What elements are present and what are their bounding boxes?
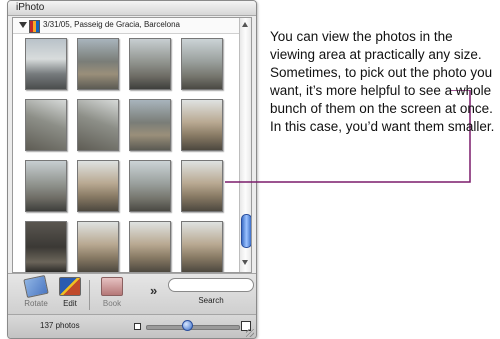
edit-label: Edit [63,299,77,308]
disclosure-triangle-icon[interactable] [19,22,27,28]
toolbar-divider [89,280,90,310]
small-thumbnail-icon [134,323,141,330]
photo-thumbnail[interactable] [77,38,119,90]
book-label: Book [102,299,122,308]
search-input[interactable] [168,278,254,292]
title-bar[interactable]: iPhoto [8,1,256,16]
photo-thumbnail[interactable] [77,99,119,151]
photo-thumbnail[interactable] [129,99,171,151]
rotate-icon [23,274,49,299]
photo-thumbnail[interactable] [129,38,171,90]
edit-icon [59,277,81,296]
film-roll-icon [29,20,40,33]
window-title: iPhoto [16,2,45,13]
bottom-toolbar: Rotate Edit Book » Search [8,273,256,314]
edit-button[interactable]: Edit [50,277,90,313]
film-roll-label: 3/31/05, Passeig de Gracia, Barcelona [43,20,180,29]
photo-thumbnail[interactable] [181,38,223,90]
photo-thumbnail[interactable] [181,160,223,212]
scroll-down-arrow-icon[interactable] [242,260,248,265]
photo-thumbnail[interactable] [77,221,119,272]
scroll-thumb[interactable] [241,214,251,248]
resize-grip-icon[interactable] [246,329,254,337]
photo-thumbnail[interactable] [129,221,171,272]
photo-viewing-area[interactable]: 3/31/05, Passeig de Gracia, Barcelona [12,17,252,273]
photo-count: 137 photos [40,321,80,330]
callout-text: You can view the photos in the viewing a… [270,29,495,134]
more-tools-chevron-icon[interactable]: » [150,283,157,298]
photo-thumbnail[interactable] [181,99,223,151]
photo-thumbnail[interactable] [25,99,67,151]
photo-thumbnail[interactable] [25,221,67,272]
iphoto-window: iPhoto 3/31/05, Passeig de Gracia, Barce… [7,0,257,339]
photo-thumbnail[interactable] [77,160,119,212]
size-slider-track[interactable] [146,325,240,330]
photo-thumbnail[interactable] [25,160,67,212]
photo-thumbnail[interactable] [129,160,171,212]
search-label: Search [198,296,224,305]
book-button[interactable]: Book [92,277,132,313]
photo-thumbnail[interactable] [181,221,223,272]
book-icon [101,277,123,296]
photo-thumbnail[interactable] [25,38,67,90]
status-bar: 137 photos [8,314,256,338]
film-roll-header[interactable]: 3/31/05, Passeig de Gracia, Barcelona [13,18,239,34]
scroll-up-arrow-icon[interactable] [242,22,248,27]
